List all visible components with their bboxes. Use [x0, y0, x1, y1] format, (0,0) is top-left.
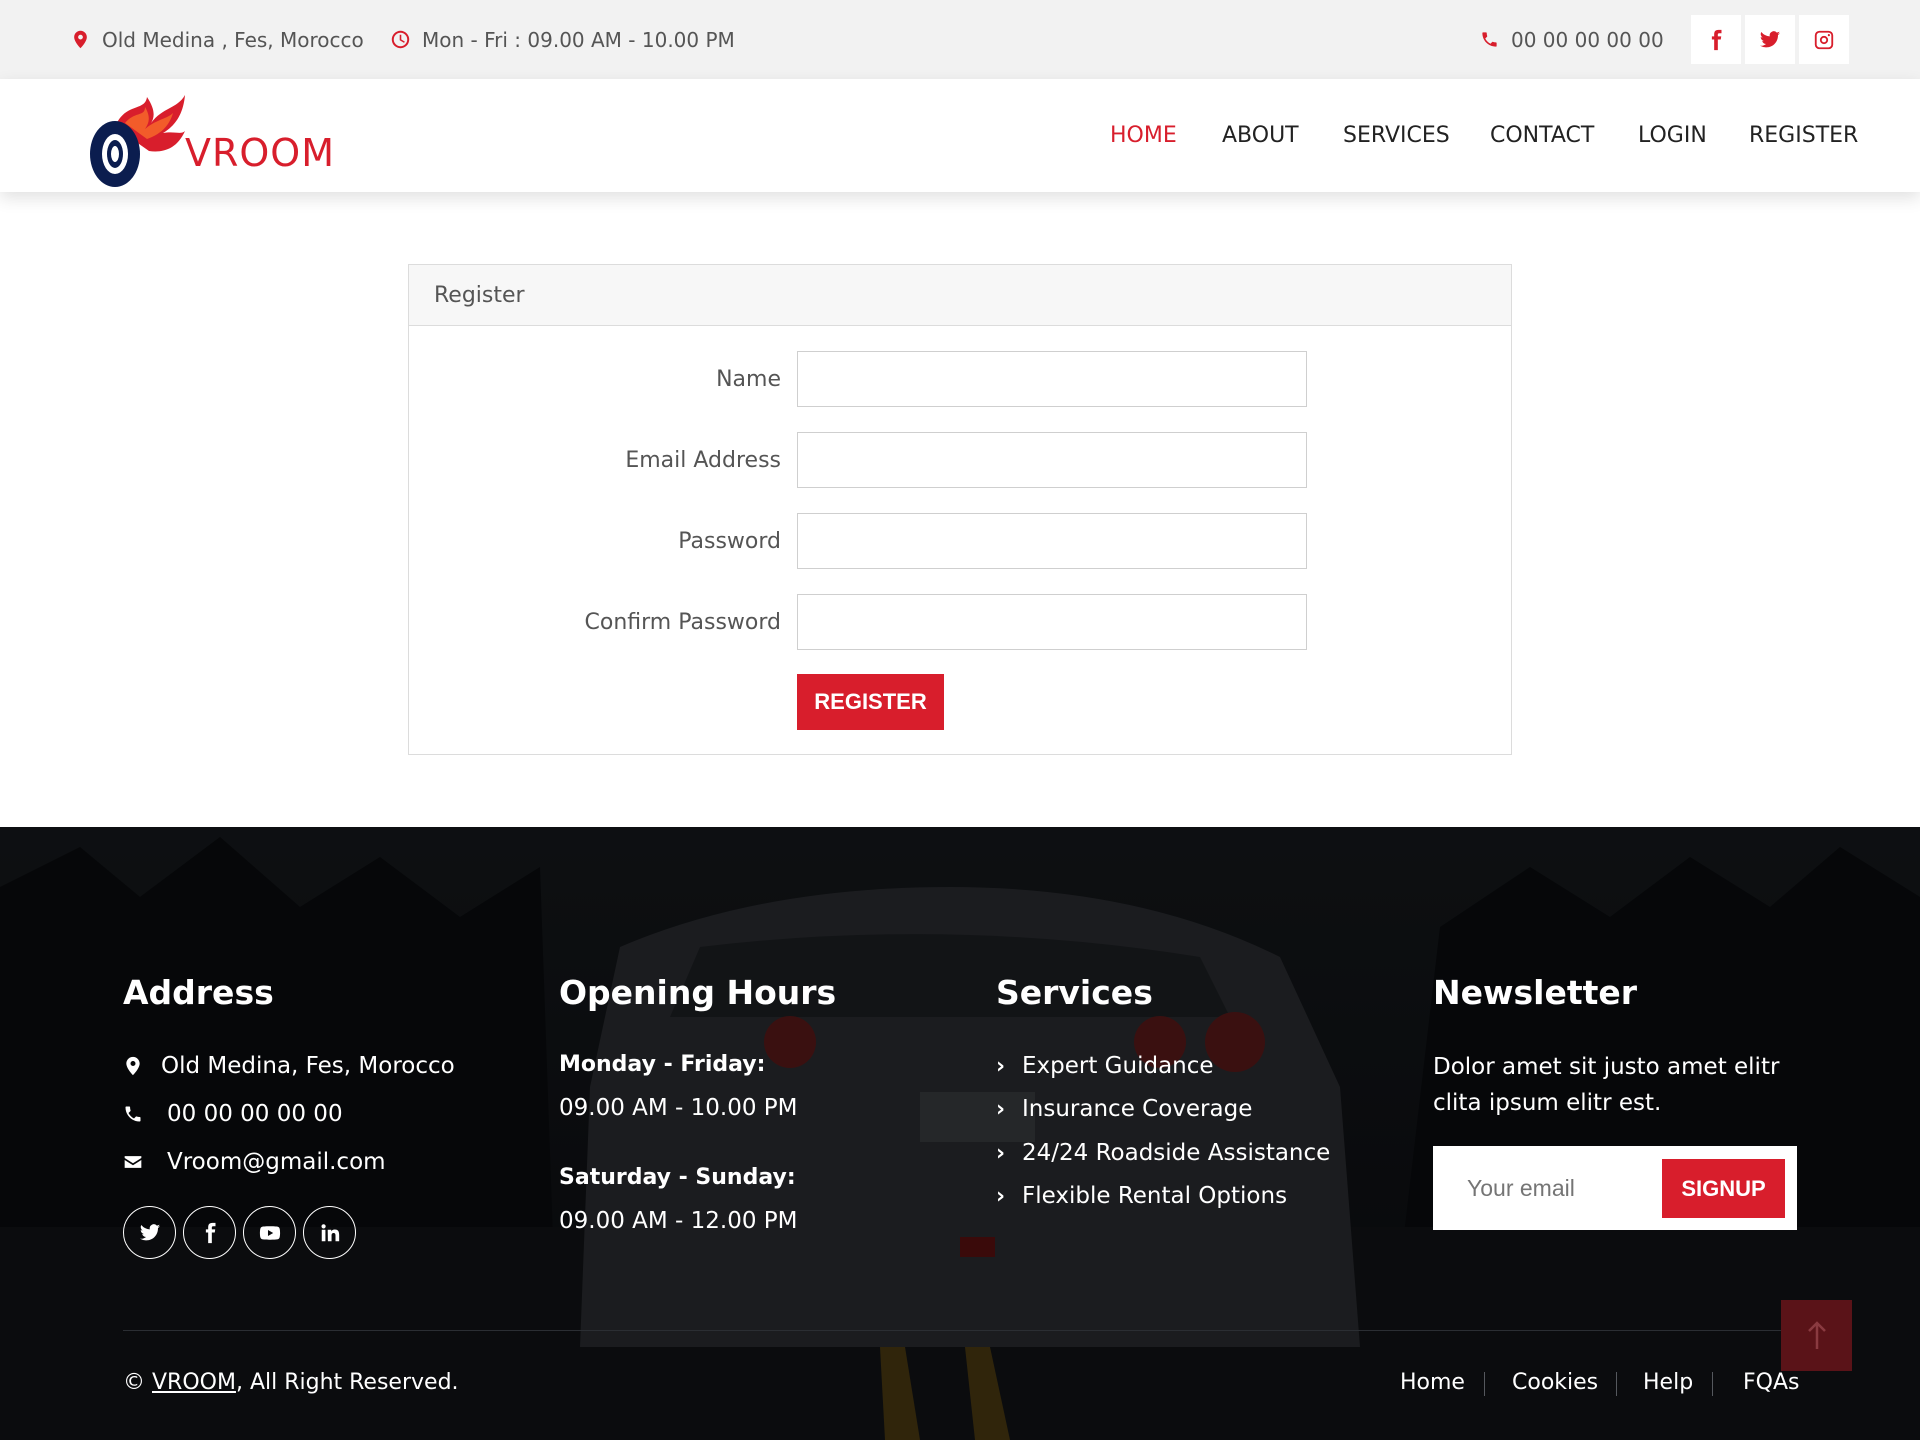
- footer-phone-line: 00 00 00 00 00: [123, 1101, 343, 1127]
- phone-icon: [1482, 32, 1497, 47]
- register-card-title: Register: [409, 265, 1511, 326]
- password-row: Password: [409, 513, 1513, 569]
- weekday-hours: 09.00 AM - 10.00 PM: [559, 1095, 798, 1121]
- name-row: Name: [409, 351, 1513, 407]
- footer-address-text: Old Medina, Fes, Morocco: [161, 1053, 455, 1079]
- name-input[interactable]: [797, 351, 1307, 407]
- nav-about[interactable]: ABOUT: [1222, 79, 1299, 192]
- footer-link-separator: [1712, 1372, 1713, 1396]
- service-link-label: Insurance Coverage: [1022, 1096, 1253, 1122]
- service-link-label: 24/24 Roadside Assistance: [1022, 1140, 1331, 1166]
- name-label: Name: [716, 366, 781, 392]
- footer-link-fqas[interactable]: FQAs: [1743, 1370, 1799, 1395]
- register-card: Register Name Email Address Password Con…: [408, 264, 1512, 755]
- topbar-phone: 00 00 00 00 00: [1480, 0, 1664, 79]
- twitter-icon: [139, 1223, 160, 1240]
- topbar-hours: Mon - Fri : 09.00 AM - 10.00 PM: [391, 0, 735, 79]
- address-title: Address: [123, 973, 274, 1012]
- topbar-hours-text: Mon - Fri : 09.00 AM - 10.00 PM: [422, 27, 735, 52]
- opening-hours-title: Opening Hours: [559, 973, 837, 1012]
- confirm-password-input[interactable]: [797, 594, 1307, 650]
- weekend-label: Saturday - Sunday:: [559, 1165, 796, 1190]
- service-link[interactable]: › Flexible Rental Options: [996, 1183, 1287, 1209]
- nav-services[interactable]: SERVICES: [1343, 79, 1450, 192]
- back-to-top-button[interactable]: [1781, 1300, 1852, 1371]
- map-marker-icon: [74, 30, 87, 49]
- facebook-link[interactable]: [1691, 15, 1741, 64]
- topbar-phone-text: 00 00 00 00 00: [1511, 27, 1664, 52]
- footer-divider: [123, 1330, 1797, 1331]
- top-bar: Old Medina , Fes, Morocco Mon - Fri : 09…: [0, 0, 1920, 79]
- footer-link-separator: [1616, 1372, 1617, 1396]
- service-link[interactable]: › 24/24 Roadside Assistance: [996, 1140, 1330, 1166]
- topbar-location: Old Medina , Fes, Morocco: [71, 0, 364, 79]
- flaming-tire-icon: [90, 95, 185, 187]
- arrow-up-icon: [1807, 1320, 1826, 1349]
- weekday-label: Monday - Friday:: [559, 1052, 766, 1077]
- chevron-right-icon: ›: [996, 1053, 1006, 1079]
- footer: Address Old Medina, Fes, Morocco 00 00 0…: [0, 827, 1920, 1440]
- chevron-right-icon: ›: [996, 1140, 1006, 1166]
- footer-twitter-button[interactable]: [123, 1206, 176, 1259]
- footer-facebook-button[interactable]: [183, 1206, 236, 1259]
- register-button[interactable]: REGISTER: [797, 674, 944, 730]
- facebook-icon: [1711, 29, 1722, 50]
- confirm-password-label: Confirm Password: [584, 609, 781, 635]
- footer-address-line: Old Medina, Fes, Morocco: [123, 1053, 455, 1079]
- topbar-location-text: Old Medina , Fes, Morocco: [102, 27, 364, 52]
- newsletter-title: Newsletter: [1433, 973, 1638, 1012]
- copyright-symbol: ©: [123, 1370, 145, 1395]
- footer-email-line: Vroom@gmail.com: [123, 1149, 386, 1175]
- map-marker-icon: [126, 1056, 140, 1076]
- brand-logo[interactable]: VROOM: [85, 87, 345, 191]
- services-title: Services: [996, 973, 1153, 1012]
- copyright-suffix: , All Right Reserved.: [235, 1370, 459, 1395]
- linkedin-icon: [320, 1223, 339, 1241]
- service-link-label: Expert Guidance: [1022, 1053, 1214, 1079]
- email-input[interactable]: [797, 432, 1307, 488]
- copyright: © VROOM, All Right Reserved.: [123, 1370, 459, 1395]
- footer-email-text: Vroom@gmail.com: [167, 1149, 386, 1175]
- twitter-link[interactable]: [1745, 15, 1795, 64]
- newsletter-form: SIGNUP: [1433, 1146, 1797, 1230]
- footer-linkedin-button[interactable]: [303, 1206, 356, 1259]
- facebook-icon: [205, 1222, 215, 1243]
- nav-home[interactable]: HOME: [1110, 79, 1177, 192]
- footer-phone-text: 00 00 00 00 00: [167, 1101, 343, 1127]
- nav-register[interactable]: REGISTER: [1749, 79, 1858, 192]
- password-input[interactable]: [797, 513, 1307, 569]
- email-label: Email Address: [625, 447, 781, 473]
- brand-name: VROOM: [185, 131, 336, 175]
- instagram-icon: [1814, 30, 1834, 49]
- main-navbar: VROOM HOME ABOUT SERVICES CONTACT LOGIN …: [0, 79, 1920, 192]
- service-link[interactable]: › Expert Guidance: [996, 1053, 1214, 1079]
- footer-youtube-button[interactable]: [243, 1206, 296, 1259]
- instagram-link[interactable]: [1799, 15, 1849, 64]
- twitter-icon: [1759, 30, 1781, 47]
- service-link-label: Flexible Rental Options: [1022, 1183, 1288, 1209]
- password-label: Password: [678, 528, 781, 554]
- footer-link-cookies[interactable]: Cookies: [1512, 1370, 1598, 1395]
- footer-link-home[interactable]: Home: [1400, 1370, 1465, 1395]
- footer-link-separator: [1484, 1372, 1485, 1396]
- chevron-right-icon: ›: [996, 1183, 1006, 1209]
- phone-icon: [125, 1106, 141, 1122]
- footer-background-car-image: [0, 827, 1920, 1440]
- footer-link-help[interactable]: Help: [1643, 1370, 1693, 1395]
- nav-login[interactable]: LOGIN: [1638, 79, 1707, 192]
- email-row: Email Address: [409, 432, 1513, 488]
- confirm-password-row: Confirm Password: [409, 594, 1513, 650]
- chevron-right-icon: ›: [996, 1096, 1006, 1122]
- envelope-icon: [124, 1156, 142, 1168]
- service-link[interactable]: › Insurance Coverage: [996, 1096, 1252, 1122]
- weekend-hours: 09.00 AM - 12.00 PM: [559, 1208, 798, 1234]
- newsletter-text: Dolor amet sit justo amet elitr clita ip…: [1433, 1054, 1780, 1116]
- youtube-icon: [259, 1225, 280, 1240]
- copyright-brand-link[interactable]: VROOM: [152, 1370, 236, 1395]
- newsletter-signup-button[interactable]: SIGNUP: [1662, 1159, 1785, 1218]
- clock-icon: [391, 30, 410, 49]
- nav-contact[interactable]: CONTACT: [1490, 79, 1594, 192]
